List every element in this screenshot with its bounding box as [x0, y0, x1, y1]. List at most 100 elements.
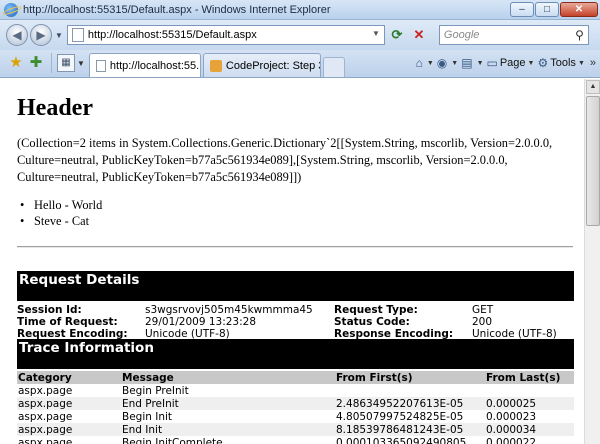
- quick-tabs-icon[interactable]: ▦: [57, 54, 75, 72]
- cell-from-last: 0.000025: [485, 397, 574, 410]
- command-bar: ⌂ ▼ ◉ ▼ ▤ ▼ ▭ Page ▼ ⚙ Tools ▼ »: [416, 50, 600, 76]
- codeproject-icon: [209, 59, 222, 72]
- tab-label: http://localhost:55...: [109, 59, 201, 72]
- column-header-category: Category: [17, 371, 121, 384]
- session-id-label: Session Id:: [17, 304, 82, 316]
- time-label: Time of Request:: [17, 316, 118, 328]
- cell-category: aspx.page: [18, 436, 73, 444]
- trace-information-header: Trace Information: [17, 339, 574, 369]
- address-toolbar: ◀ ▶ ▼ http://localhost:55315/Default.asp…: [0, 20, 600, 50]
- tools-menu-label: Tools: [550, 57, 576, 69]
- column-header-message: Message: [121, 371, 335, 384]
- window-title-bar: http://localhost:55315/Default.aspx - Wi…: [0, 0, 600, 20]
- address-dropdown-icon[interactable]: ▼: [372, 29, 380, 38]
- status-code-value: 200: [472, 316, 493, 328]
- chevron-right-icon[interactable]: »: [590, 57, 596, 69]
- table-header-row: Category Message From First(s) From Last…: [17, 371, 574, 384]
- tools-menu-button[interactable]: ⚙ Tools ▼: [537, 56, 584, 70]
- url-text[interactable]: http://localhost:55315/Default.aspx: [88, 29, 257, 41]
- table-row: aspx.page Begin Init 4.80507997524825E-0…: [17, 410, 574, 423]
- cell-message: Begin InitComplete: [122, 436, 223, 444]
- tab-codeproject[interactable]: CodeProject: Step 3 ...: [202, 53, 321, 77]
- tab-bar: ★ ✚ ▦ ▼ http://localhost:55... ✕ CodePro…: [0, 50, 600, 78]
- collection-description: (Collection=2 items in System.Collection…: [17, 136, 553, 184]
- cell-message: Begin Init: [122, 410, 173, 423]
- add-favorites-icon[interactable]: ✚: [26, 52, 46, 74]
- address-bar[interactable]: http://localhost:55315/Default.aspx ▼: [66, 25, 385, 45]
- toolbar-separator: [51, 53, 52, 73]
- cell-category: aspx.page: [17, 423, 121, 436]
- feeds-button[interactable]: ◉ ▼: [437, 56, 458, 70]
- cell-from-first: 4.80507997524825E-05: [336, 410, 464, 423]
- print-dropdown-icon[interactable]: ▼: [477, 60, 484, 67]
- table-row: aspx.page Begin InitComplete 0.000103365…: [17, 436, 574, 444]
- back-button[interactable]: ◀: [6, 24, 28, 46]
- details-row: Time of Request: 29/01/2009 13:23:28 Sta…: [17, 316, 574, 328]
- table-row: aspx.page Begin PreInit: [17, 384, 574, 397]
- forward-button[interactable]: ▶: [30, 24, 52, 46]
- request-details-table: Session Id: s3wgsrvovj505m45kwmmma45 Req…: [17, 304, 574, 340]
- home-dropdown-icon[interactable]: ▼: [427, 60, 434, 67]
- tab-localhost[interactable]: http://localhost:55... ✕: [88, 53, 201, 77]
- tab-list-dropdown-icon[interactable]: ▼: [77, 59, 85, 68]
- page-icon: [95, 59, 106, 72]
- home-icon: ⌂: [415, 56, 423, 70]
- stop-icon[interactable]: ✕: [409, 25, 429, 45]
- gear-icon: ⚙: [537, 56, 549, 70]
- page-dropdown-icon: ▼: [527, 59, 535, 67]
- feeds-icon: ◉: [436, 56, 448, 70]
- feeds-dropdown-icon[interactable]: ▼: [451, 60, 458, 67]
- search-box[interactable]: Google ⚲: [438, 25, 589, 45]
- divider: [17, 246, 573, 248]
- table-row: aspx.page End Init 8.18539786481243E-05 …: [17, 423, 574, 436]
- page-menu-button[interactable]: ▭ Page ▼: [487, 56, 535, 70]
- print-button[interactable]: ▤ ▼: [461, 56, 483, 70]
- cell-category: aspx.page: [17, 397, 121, 410]
- internet-explorer-icon: [4, 2, 18, 17]
- scroll-up-arrow-icon[interactable]: ▲: [586, 80, 600, 94]
- minimize-button[interactable]: –: [510, 2, 534, 17]
- request-type-label: Request Type:: [334, 304, 418, 316]
- close-button[interactable]: ✕: [560, 2, 598, 17]
- home-button[interactable]: ⌂ ▼: [416, 56, 434, 70]
- maximize-button[interactable]: □: [535, 2, 559, 17]
- new-tab-button[interactable]: [322, 57, 345, 77]
- tools-dropdown-icon: ▼: [577, 59, 585, 67]
- page-title: Header: [17, 95, 93, 121]
- request-type-value: GET: [472, 304, 494, 316]
- vertical-scrollbar[interactable]: ▲: [584, 79, 600, 444]
- column-header-from-last: From Last(s): [485, 371, 574, 384]
- list-item: Steve - Cat: [34, 213, 102, 229]
- details-row: Session Id: s3wgsrvovj505m45kwmmma45 Req…: [17, 304, 574, 316]
- time-value: 29/01/2009 13:23:28: [145, 316, 257, 328]
- table-row: aspx.page End PreInit 2.48634952207613E-…: [17, 397, 574, 410]
- printer-icon: ▤: [461, 56, 473, 70]
- recent-pages-dropdown-icon[interactable]: ▼: [55, 31, 63, 40]
- cell-from-first: [335, 384, 485, 397]
- trace-table: Category Message From First(s) From Last…: [17, 371, 574, 444]
- window-title: http://localhost:55315/Default.aspx - Wi…: [23, 3, 331, 16]
- window-controls: – □ ✕: [510, 2, 598, 17]
- favorites-star-icon[interactable]: ★: [6, 52, 26, 74]
- request-details-header: Request Details: [17, 271, 574, 301]
- list-item: Hello - World: [34, 197, 102, 213]
- page-content: Header (Collection=2 items in System.Col…: [0, 79, 584, 444]
- search-icon[interactable]: ⚲: [575, 28, 584, 42]
- cell-from-first: 0.000103365092490805: [336, 436, 467, 444]
- scroll-thumb[interactable]: [586, 96, 600, 226]
- cell-message: End PreInit: [121, 397, 335, 410]
- cell-category: aspx.page: [18, 384, 73, 397]
- cell-from-first: 2.48634952207613E-05: [335, 397, 485, 410]
- search-placeholder[interactable]: Google: [444, 29, 479, 41]
- refresh-icon[interactable]: ⟳: [387, 25, 407, 45]
- cell-from-last: [485, 384, 574, 397]
- item-list: Hello - World Steve - Cat: [34, 197, 102, 229]
- page-menu-label: Page: [499, 57, 526, 69]
- cell-from-last: 0.000022: [486, 436, 537, 444]
- cell-from-first: 8.18539786481243E-05: [335, 423, 485, 436]
- cell-from-last: 0.000023: [486, 410, 537, 423]
- cell-message: Begin PreInit: [122, 384, 189, 397]
- cell-from-last: 0.000034: [485, 423, 574, 436]
- page-icon: ▭: [486, 56, 498, 70]
- tab-label: CodeProject: Step 3 ...: [225, 59, 320, 72]
